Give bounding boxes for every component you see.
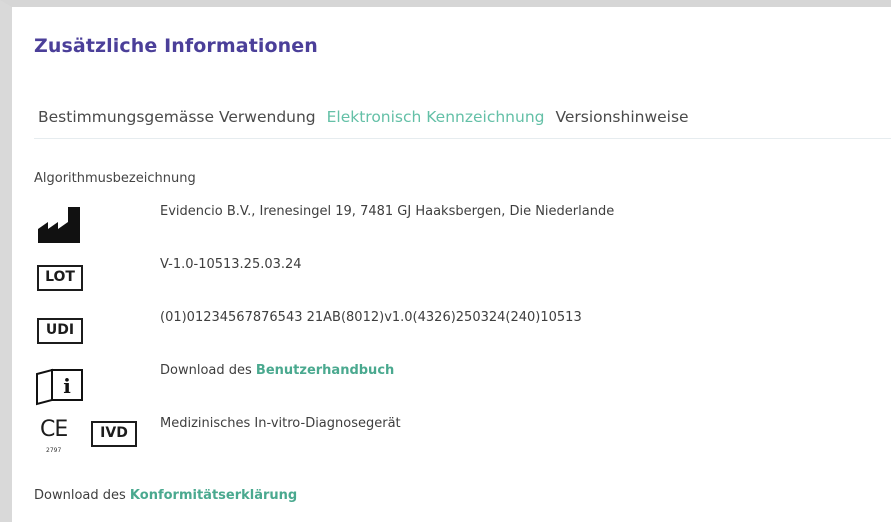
ivd-description: Medizinisches In-vitro-Diagnosegerät	[160, 416, 401, 431]
udi-row: UDI (01)01234567876543 21AB(8012)v1.0(43…	[34, 309, 874, 349]
tab-divider	[34, 138, 891, 139]
udi-code: (01)01234567876543 21AB(8012)v1.0(4326)2…	[160, 310, 582, 325]
lot-symbol: LOT	[37, 265, 83, 291]
ce-mark: CE	[40, 417, 68, 442]
lot-row: LOT V-1.0-10513.25.03.24	[34, 256, 874, 296]
ce-ivd-icon: CE 2797 IVD	[34, 415, 144, 459]
ivd-row: CE 2797 IVD Medizinisches In-vitro-Diagn…	[34, 415, 874, 455]
notified-body-number: 2797	[46, 447, 62, 454]
conformity-prefix: Download des	[34, 488, 130, 503]
udi-icon: UDI	[34, 309, 144, 353]
manual-prefix: Download des	[160, 363, 256, 378]
manufacturer-factory-icon	[34, 203, 144, 247]
conformity-download-link[interactable]: Konformitätserklärung	[130, 488, 297, 503]
ivd-symbol: IVD	[91, 421, 137, 447]
info-i-glyph: i	[63, 374, 71, 398]
tab-intended-use[interactable]: Bestimmungsgemässe Verwendung	[38, 108, 316, 126]
tab-release-notes[interactable]: Versionshinweise	[555, 108, 688, 126]
udi-symbol: UDI	[37, 318, 83, 344]
conformity-line: Download des Konformitätserklärung	[34, 488, 297, 503]
manufacturer-row: Evidencio B.V., Irenesingel 19, 7481 GJ …	[34, 203, 874, 243]
tab-bar: Bestimmungsgemässe Verwendung Elektronis…	[38, 108, 695, 126]
consult-instructions-icon: i	[34, 362, 144, 406]
lot-number: V-1.0-10513.25.03.24	[160, 257, 302, 272]
section-title: Zusätzliche Informationen	[34, 35, 318, 57]
info-panel: Zusätzliche Informationen Bestimmungsgem…	[12, 7, 891, 522]
tab-electronic-labeling[interactable]: Elektronisch Kennzeichnung	[327, 108, 545, 126]
manufacturer-address: Evidencio B.V., Irenesingel 19, 7481 GJ …	[160, 204, 615, 219]
manual-text: Download des Benutzerhandbuch	[160, 363, 394, 378]
manual-row: i Download des Benutzerhandbuch	[34, 362, 874, 406]
algorithm-label: Algorithmusbezeichnung	[34, 171, 196, 186]
manual-download-link[interactable]: Benutzerhandbuch	[256, 363, 394, 378]
lot-icon: LOT	[34, 256, 144, 300]
